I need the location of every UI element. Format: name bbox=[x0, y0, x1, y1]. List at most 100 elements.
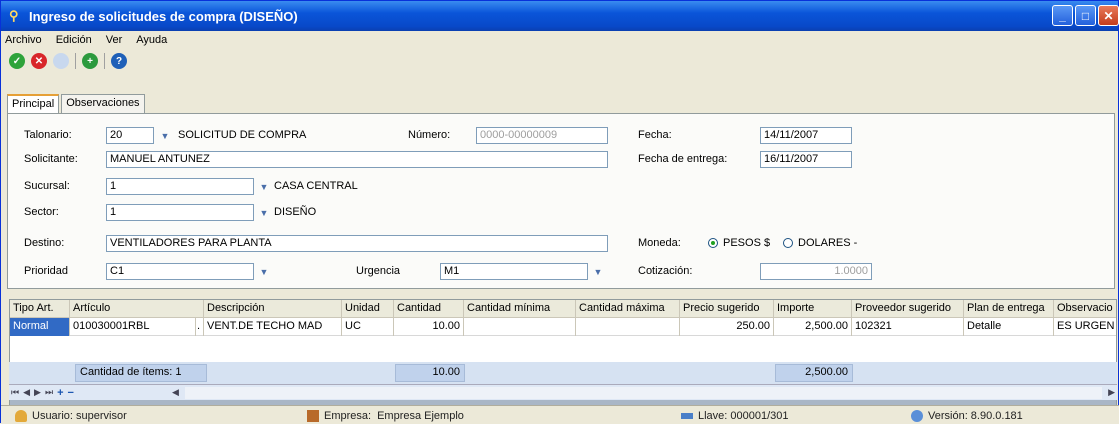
totals-bar: Cantidad de ítems: 1 10.00 2,500.00 bbox=[9, 362, 1117, 384]
column-header[interactable]: Cantidad máxima bbox=[576, 300, 680, 318]
total-cantidad: 10.00 bbox=[395, 364, 465, 382]
talonario-description: SOLICITUD DE COMPRA bbox=[178, 129, 307, 141]
sector-label: Sector: bbox=[24, 206, 59, 218]
fecha-field[interactable]: 14/11/2007 bbox=[760, 127, 852, 144]
column-header[interactable]: Plan de entrega bbox=[964, 300, 1054, 318]
prioridad-dropdown-icon[interactable]: ▼ bbox=[257, 264, 271, 279]
sucursal-label: Sucursal: bbox=[24, 180, 70, 192]
last-record-icon[interactable]: ⏭ bbox=[45, 387, 53, 398]
articulo-lookup-cell[interactable]: . bbox=[196, 318, 204, 336]
toolbar-separator bbox=[75, 53, 76, 69]
articulo-cell[interactable]: 010030001RBL bbox=[70, 318, 196, 336]
moneda-pesos-radio[interactable]: PESOS $ bbox=[708, 237, 770, 249]
key-icon bbox=[681, 412, 693, 419]
solicitante-label: Solicitante: bbox=[24, 153, 78, 165]
column-header[interactable]: Observacio bbox=[1054, 300, 1116, 318]
menu-archivo[interactable]: Archivo bbox=[5, 34, 42, 46]
sucursal-description: CASA CENTRAL bbox=[274, 180, 358, 192]
grid-header: Tipo Art. Artículo Descripción Unidad Ca… bbox=[10, 300, 1116, 318]
column-header[interactable]: Cantidad bbox=[394, 300, 464, 318]
cotizacion-label: Cotización: bbox=[638, 265, 693, 277]
talonario-dropdown-icon[interactable]: ▼ bbox=[158, 128, 172, 143]
descripcion-cell[interactable]: VENT.DE TECHO MAD bbox=[204, 318, 342, 336]
column-header[interactable]: Tipo Art. bbox=[10, 300, 70, 318]
info-icon bbox=[911, 409, 923, 422]
add-record-icon[interactable]: + bbox=[57, 387, 63, 399]
prioridad-label: Prioridad bbox=[24, 265, 69, 277]
column-header[interactable]: Importe bbox=[774, 300, 852, 318]
column-header[interactable]: Artículo bbox=[70, 300, 204, 318]
observaciones-cell[interactable]: ES URGEN bbox=[1054, 318, 1116, 336]
cantidad-minima-cell[interactable] bbox=[464, 318, 576, 336]
scroll-right-icon[interactable]: ▶ bbox=[1108, 387, 1115, 398]
precio-sugerido-cell[interactable]: 250.00 bbox=[680, 318, 774, 336]
radio-selected-icon bbox=[708, 238, 718, 248]
version-text: Versión: 8.90.0.181 bbox=[928, 409, 1023, 422]
tab-principal[interactable]: Principal bbox=[7, 94, 60, 113]
next-record-icon[interactable]: ▶ bbox=[34, 387, 41, 398]
moneda-dolares-radio[interactable]: DOLARES - bbox=[783, 237, 857, 249]
status-bar: Usuario: supervisor Empresa: Empresa Eje… bbox=[1, 405, 1119, 424]
destino-label: Destino: bbox=[24, 237, 65, 249]
accept-icon[interactable]: ✓ bbox=[9, 53, 25, 69]
solicitante-field[interactable]: MANUEL ANTUNEZ bbox=[106, 151, 608, 168]
unidad-cell[interactable]: UC bbox=[342, 318, 394, 336]
urgencia-label: Urgencia bbox=[356, 265, 401, 277]
horizontal-scrollbar[interactable] bbox=[184, 386, 1103, 399]
talonario-field[interactable]: 20 bbox=[106, 127, 154, 144]
delete-record-icon[interactable]: − bbox=[68, 387, 74, 399]
numero-label: Número: bbox=[408, 129, 451, 141]
status-version: Versión: 8.90.0.181 bbox=[911, 408, 1023, 423]
maximize-button[interactable]: □ bbox=[1075, 5, 1096, 26]
close-button[interactable]: ✕ bbox=[1098, 5, 1119, 26]
menu-edicion[interactable]: Edición bbox=[56, 34, 92, 46]
sector-field[interactable]: 1 bbox=[106, 204, 254, 221]
first-record-icon[interactable]: ⏮ bbox=[11, 387, 19, 398]
menu-bar: Archivo Edición Ver Ayuda bbox=[1, 31, 1118, 49]
cantidad-maxima-cell[interactable] bbox=[576, 318, 680, 336]
empresa-label: Empresa: bbox=[324, 409, 372, 422]
tipo-art-cell[interactable]: Normal bbox=[10, 318, 70, 336]
proveedor-cell[interactable]: 102321 bbox=[852, 318, 964, 336]
company-icon bbox=[307, 409, 319, 422]
column-header[interactable]: Cantidad mínima bbox=[464, 300, 576, 318]
add-icon[interactable]: + bbox=[82, 53, 98, 69]
talonario-label: Talonario: bbox=[24, 129, 72, 141]
user-icon bbox=[15, 409, 27, 422]
scroll-left-icon[interactable]: ◀ bbox=[172, 387, 179, 398]
fecha-entrega-field[interactable]: 16/11/2007 bbox=[760, 151, 852, 168]
help-icon[interactable]: ? bbox=[111, 53, 127, 69]
main-form-panel: Talonario: 20 ▼ SOLICITUD DE COMPRA Núme… bbox=[7, 113, 1115, 289]
toolbar: ✓ ✕ + ? bbox=[1, 50, 1118, 421]
toolbar-separator bbox=[104, 53, 105, 69]
grid-navigator: ⏮ ◀ ▶ ⏭ + − ◀ ▶ bbox=[9, 384, 1117, 400]
menu-ver[interactable]: Ver bbox=[106, 34, 123, 46]
items-count: Cantidad de ítems: 1 bbox=[75, 364, 207, 382]
user-text: Usuario: supervisor bbox=[32, 409, 127, 422]
cancel-icon[interactable]: ✕ bbox=[31, 53, 47, 69]
minimize-button[interactable]: _ bbox=[1052, 5, 1073, 26]
menu-ayuda[interactable]: Ayuda bbox=[136, 34, 167, 46]
sucursal-dropdown-icon[interactable]: ▼ bbox=[257, 179, 271, 194]
urgencia-dropdown-icon[interactable]: ▼ bbox=[591, 264, 605, 279]
plan-entrega-cell[interactable]: Detalle bbox=[964, 318, 1054, 336]
column-header[interactable]: Proveedor sugerido bbox=[852, 300, 964, 318]
urgencia-field[interactable]: M1 bbox=[440, 263, 588, 280]
sucursal-field[interactable]: 1 bbox=[106, 178, 254, 195]
importe-cell[interactable]: 2,500.00 bbox=[774, 318, 852, 336]
moneda-label: Moneda: bbox=[638, 237, 681, 249]
cantidad-cell[interactable]: 10.00 bbox=[394, 318, 464, 336]
prev-record-icon[interactable]: ◀ bbox=[23, 387, 30, 398]
prioridad-field[interactable]: C1 bbox=[106, 263, 254, 280]
column-header[interactable]: Precio sugerido bbox=[680, 300, 774, 318]
destino-field[interactable]: VENTILADORES PARA PLANTA bbox=[106, 235, 608, 252]
moneda-pesos-label: PESOS $ bbox=[723, 237, 771, 249]
clear-icon[interactable] bbox=[53, 53, 69, 69]
column-header[interactable]: Descripción bbox=[204, 300, 342, 318]
sector-dropdown-icon[interactable]: ▼ bbox=[257, 205, 271, 220]
tab-observaciones[interactable]: Observaciones bbox=[61, 94, 145, 113]
column-header[interactable]: Unidad bbox=[342, 300, 394, 318]
table-row[interactable]: Normal 010030001RBL . VENT.DE TECHO MAD … bbox=[10, 318, 1116, 336]
status-empresa: Empresa: Empresa Ejemplo bbox=[307, 408, 464, 423]
app-icon: ⚲ bbox=[9, 8, 19, 23]
